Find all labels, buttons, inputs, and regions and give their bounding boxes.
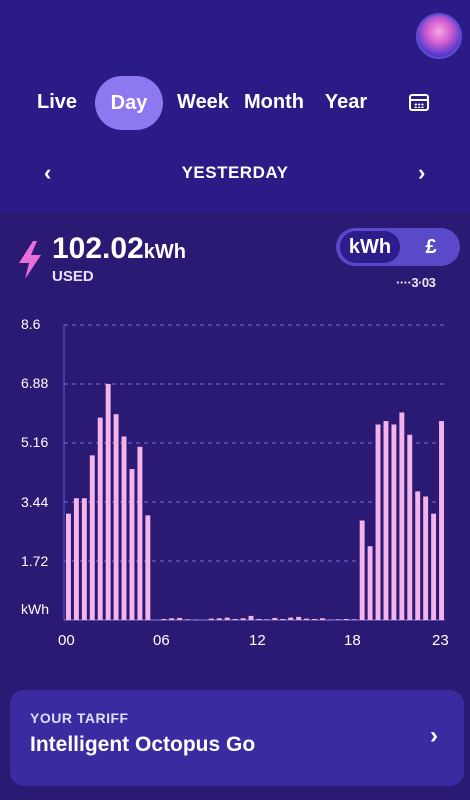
chart-bar[interactable] [169, 618, 175, 620]
chart-bar[interactable] [232, 618, 238, 620]
chart-bar[interactable] [256, 618, 262, 620]
chart-bar[interactable] [177, 617, 183, 620]
chart-bar[interactable] [439, 421, 444, 620]
y-tick-label: 8.6 [21, 316, 41, 332]
chart-bar[interactable] [288, 617, 294, 620]
chart-bar[interactable] [351, 619, 357, 620]
chart-bar[interactable] [264, 619, 270, 620]
chart-bar[interactable] [113, 414, 119, 620]
x-tick-label: 00 [58, 632, 75, 649]
chart-bar[interactable] [185, 619, 190, 620]
chart-bar[interactable] [66, 513, 71, 620]
y-tick-label: 5.16 [21, 434, 49, 450]
tariff-label: YOUR TARIFF [30, 710, 129, 726]
y-unit-label: kWh [21, 601, 49, 617]
chart-bar[interactable] [359, 520, 365, 620]
chart-bar[interactable] [81, 498, 87, 620]
chart-bar[interactable] [296, 616, 302, 620]
chart-bar[interactable] [423, 496, 429, 620]
chart-bar[interactable] [391, 424, 397, 620]
chart-bar[interactable] [272, 617, 278, 620]
chart-bar[interactable] [224, 617, 230, 620]
chart-bar[interactable] [399, 412, 405, 620]
chart-bar[interactable] [312, 618, 317, 620]
chart-bar[interactable] [89, 455, 95, 620]
chart-bar[interactable] [304, 618, 310, 620]
y-tick-label: 3.44 [21, 494, 49, 510]
chart-bar[interactable] [145, 515, 151, 620]
chevron-right-icon: › [430, 722, 438, 749]
chart-bar[interactable] [320, 618, 325, 620]
tariff-card[interactable]: YOUR TARIFF Intelligent Octopus Go › [10, 690, 464, 786]
chart-bar[interactable] [335, 619, 341, 620]
chart-bar[interactable] [343, 618, 349, 620]
chart-bar[interactable] [367, 546, 373, 620]
chart-bar[interactable] [248, 615, 254, 620]
x-tick-label: 18 [344, 632, 361, 649]
y-tick-label: 1.72 [21, 553, 49, 569]
chart-bar[interactable] [383, 421, 389, 620]
y-tick-label: 6.88 [21, 375, 49, 391]
chart-bar[interactable] [161, 618, 167, 620]
chart-bar[interactable] [105, 384, 111, 620]
usage-chart [63, 324, 445, 621]
x-tick-label: 23 [432, 632, 449, 649]
chart-bar[interactable] [407, 434, 413, 620]
tariff-name: Intelligent Octopus Go [30, 733, 256, 756]
x-tick-label: 06 [153, 632, 170, 649]
chart-bar[interactable] [375, 424, 381, 620]
x-tick-label: 12 [249, 632, 266, 649]
chart-bar[interactable] [121, 436, 127, 620]
chart-bar[interactable] [280, 618, 286, 620]
chart-bar[interactable] [97, 417, 103, 620]
chart-bar[interactable] [129, 469, 135, 620]
chart-bar[interactable] [415, 491, 421, 620]
chart-bar[interactable] [208, 618, 214, 620]
chart-bar[interactable] [216, 618, 222, 620]
chart-bar[interactable] [240, 618, 246, 620]
chart-bar[interactable] [73, 498, 79, 620]
chart-bar[interactable] [137, 446, 143, 620]
chart-bar[interactable] [431, 513, 437, 620]
